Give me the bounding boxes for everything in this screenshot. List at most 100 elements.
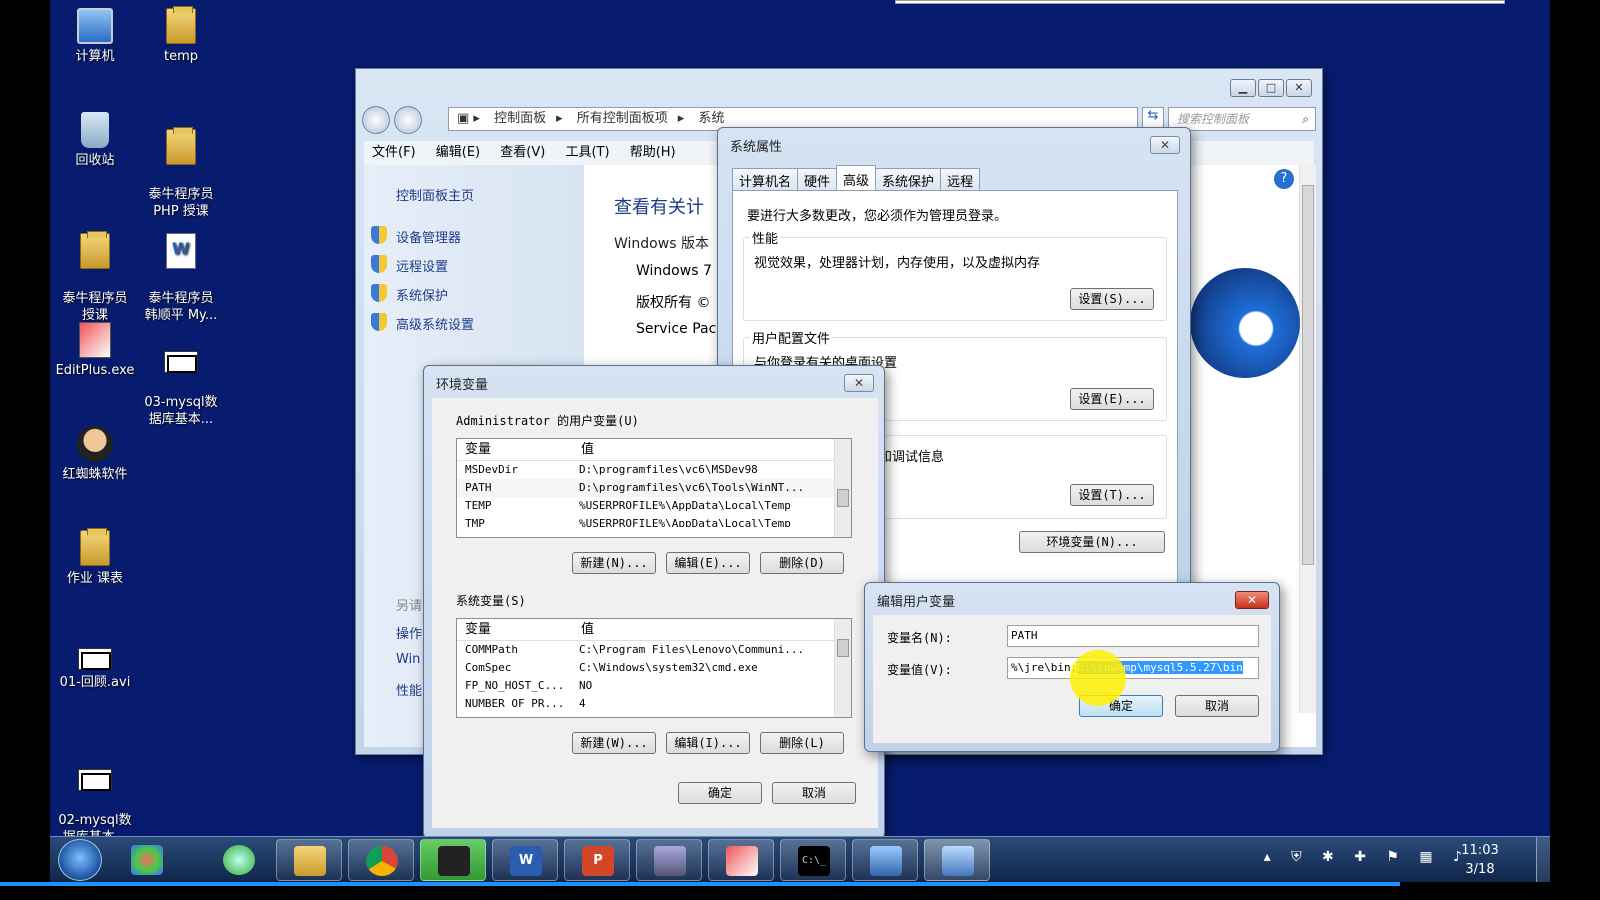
startup-settings-button[interactable]: 设置(T)... xyxy=(1070,484,1154,506)
scrollbar[interactable] xyxy=(834,619,851,717)
scrollbar-thumb[interactable] xyxy=(837,489,849,507)
taskbar-app-media[interactable] xyxy=(420,839,486,881)
desktop-icon-review-avi[interactable]: 01-回顾.avi xyxy=(50,636,140,691)
system-edit-button[interactable]: 编辑(I)... xyxy=(666,732,750,754)
tab-advanced[interactable]: 高级 xyxy=(836,165,877,190)
variable-name: ComSpec xyxy=(465,661,512,674)
cancel-button[interactable]: 取消 xyxy=(772,782,856,804)
system-tray[interactable]: ▴ ⛨ ✱ ✚ ⚑ ▦ ♪ xyxy=(1264,849,1470,865)
performance-settings-button[interactable]: 设置(S)... xyxy=(1070,288,1154,310)
ok-button[interactable]: 确定 xyxy=(678,782,762,804)
remote-settings-link[interactable]: 远程设置 xyxy=(396,256,448,275)
desktop-icon-mysql-03[interactable]: 03-mysql数 据库基本... xyxy=(136,322,226,445)
desktop-icon-editplus[interactable]: EditPlus.exe xyxy=(50,322,140,379)
menu-help[interactable]: 帮助(H) xyxy=(630,141,676,165)
table-row[interactable]: COMMPath C:\Program Files\Lenovo\Communi.… xyxy=(457,641,851,659)
taskbar-app-remote[interactable] xyxy=(636,839,702,881)
taskbar-app-chrome[interactable] xyxy=(348,839,414,881)
tab-system-protection[interactable]: 系统保护 xyxy=(875,168,942,190)
tab-hardware[interactable]: 硬件 xyxy=(797,168,838,190)
taskbar-app-word[interactable]: W xyxy=(492,839,558,881)
user-delete-button[interactable]: 删除(D) xyxy=(760,552,844,574)
table-row[interactable]: FP_NO_HOST_C... NO xyxy=(457,677,851,695)
tab-remote[interactable]: 远程 xyxy=(940,168,981,190)
taskbar-app-control-panel[interactable] xyxy=(852,839,918,881)
clock-time: 11:03 xyxy=(1461,843,1499,858)
show-desktop-button[interactable] xyxy=(1536,837,1550,883)
desktop-icon-recycle-bin[interactable]: 回收站 xyxy=(50,112,140,169)
device-manager-link[interactable]: 设备管理器 xyxy=(396,227,461,246)
system-new-button[interactable]: 新建(W)... xyxy=(572,732,656,754)
variable-name: MSDevDir xyxy=(465,463,518,476)
see-also-link[interactable]: 性能 xyxy=(396,680,422,699)
chevron-right-icon: ▸ xyxy=(677,111,685,126)
see-also-link[interactable]: Win xyxy=(396,652,420,667)
help-icon[interactable]: ? xyxy=(1274,169,1294,189)
variable-name-field[interactable]: PATH xyxy=(1007,625,1259,647)
breadcrumb-item[interactable]: 系统 xyxy=(698,111,724,126)
icon-label: 回收站 xyxy=(75,153,115,168)
column-header[interactable]: 值 xyxy=(573,439,594,460)
table-row[interactable]: TEMP %USERPROFILE%\AppData\Local\Temp xyxy=(457,497,851,515)
table-row[interactable]: TMP %USERPROFILE%\AppData\Local\Temp xyxy=(457,515,851,527)
profile-settings-button[interactable]: 设置(E)... xyxy=(1070,388,1154,410)
close-button[interactable]: ✕ xyxy=(1150,136,1180,154)
taskbar-app-photos[interactable] xyxy=(114,839,180,881)
column-header[interactable]: 变量 xyxy=(457,439,573,460)
close-button[interactable]: ✕ xyxy=(1235,591,1269,609)
desktop-icon-red-spider[interactable]: 红蜘蛛软件 xyxy=(50,426,140,483)
start-button[interactable] xyxy=(58,839,102,881)
scrollbar-thumb[interactable] xyxy=(1302,185,1314,565)
scrollbar[interactable] xyxy=(1299,165,1316,713)
clock[interactable]: 11:03 3/18 xyxy=(1450,841,1510,879)
breadcrumb-item[interactable]: 所有控制面板项 xyxy=(577,111,668,126)
scrollbar-thumb[interactable] xyxy=(837,639,849,657)
minimize-button[interactable]: ▁ xyxy=(1230,79,1256,97)
user-new-button[interactable]: 新建(N)... xyxy=(572,552,656,574)
user-variables-list[interactable]: 变量值 MSDevDir D:\programfiles\vc6\MSDev98 … xyxy=(456,438,852,538)
desktop-icon-temp[interactable]: temp xyxy=(136,6,226,65)
table-row[interactable]: NUMBER_OF_PR... 4 xyxy=(457,695,851,707)
see-also-link[interactable]: 操作 xyxy=(396,623,422,642)
column-header[interactable]: 值 xyxy=(573,619,594,640)
close-button[interactable]: ✕ xyxy=(844,374,874,392)
close-button[interactable]: ✕ xyxy=(1286,79,1312,97)
recycle-bin-icon xyxy=(81,112,109,148)
shield-icon xyxy=(371,255,387,273)
maximize-button[interactable]: □ xyxy=(1258,79,1284,97)
desktop-icon-computer[interactable]: 计算机 xyxy=(50,8,140,65)
menu-tools[interactable]: 工具(T) xyxy=(565,141,609,165)
taskbar-app-editplus[interactable] xyxy=(708,839,774,881)
variable-name: TEMP xyxy=(465,499,492,512)
table-row[interactable]: ComSpec C:\Windows\system32\cmd.exe xyxy=(457,659,851,677)
taskbar-app-powerpoint[interactable]: P xyxy=(564,839,630,881)
group-label: 用户配置文件 xyxy=(750,328,833,347)
forward-button[interactable] xyxy=(394,106,422,134)
desktop-icon-homework[interactable]: 作业 课表 xyxy=(50,528,140,587)
system-protection-link[interactable]: 系统保护 xyxy=(396,285,448,304)
environment-variables-button[interactable]: 环境变量(N)... xyxy=(1019,531,1165,553)
system-variables-list[interactable]: 变量值 COMMPath C:\Program Files\Lenovo\Comm… xyxy=(456,618,852,718)
user-edit-button[interactable]: 编辑(E)... xyxy=(666,552,750,574)
taskbar-app-explorer[interactable] xyxy=(276,839,342,881)
tab-computer-name[interactable]: 计算机名 xyxy=(732,168,799,190)
taskbar-app-ie[interactable] xyxy=(206,839,272,881)
cancel-button[interactable]: 取消 xyxy=(1175,695,1259,717)
column-header[interactable]: 变量 xyxy=(457,619,573,640)
search-input[interactable]: 搜索控制面板 ⌕ xyxy=(1168,107,1316,131)
menu-edit[interactable]: 编辑(E) xyxy=(436,141,480,165)
table-row[interactable]: PATH D:\programfiles\vc6\Tools\WinNT... xyxy=(457,479,851,497)
control-panel-home-link[interactable]: 控制面板主页 xyxy=(396,185,474,204)
taskbar-app-system[interactable] xyxy=(924,839,990,881)
taskbar-app-cmd[interactable]: C:\_ xyxy=(780,839,846,881)
red-spider-icon xyxy=(77,426,113,462)
variable-value-field[interactable]: %\jre\bin;D:\tnwamp\mysql5.5.27\bin xyxy=(1007,657,1259,679)
menu-view[interactable]: 查看(V) xyxy=(500,141,545,165)
advanced-settings-link[interactable]: 高级系统设置 xyxy=(396,314,474,333)
menu-file[interactable]: 文件(F) xyxy=(372,141,416,165)
system-delete-button[interactable]: 删除(L) xyxy=(760,732,844,754)
breadcrumb-item[interactable]: 控制面板 xyxy=(494,111,546,126)
back-button[interactable] xyxy=(362,106,390,134)
scrollbar[interactable] xyxy=(834,439,851,537)
table-row[interactable]: MSDevDir D:\programfiles\vc6\MSDev98 xyxy=(457,461,851,479)
